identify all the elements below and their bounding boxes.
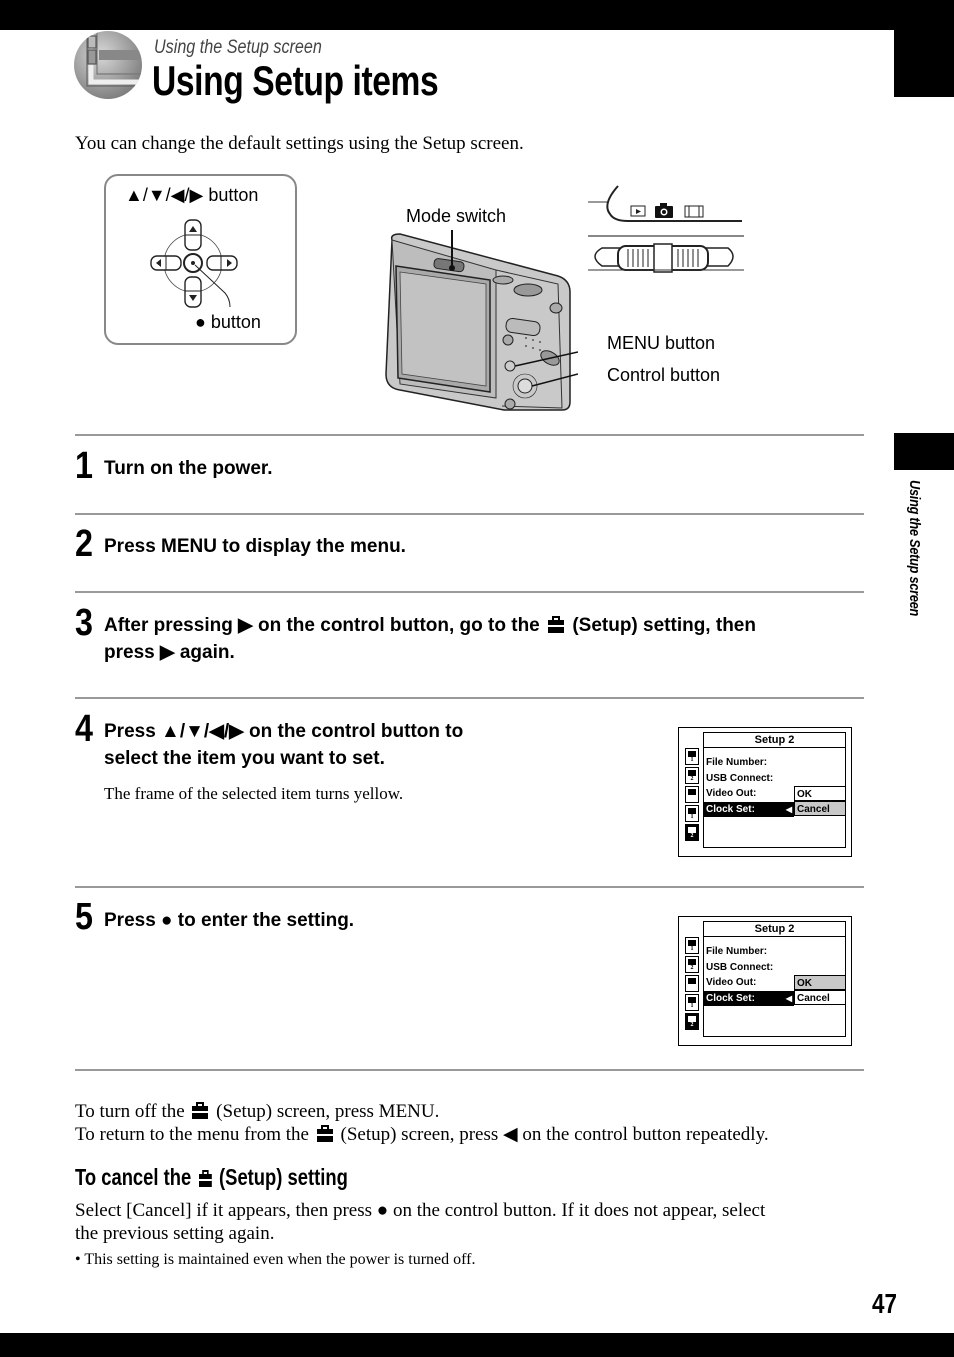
step-5-number: 5 xyxy=(75,896,93,938)
camera-illustration xyxy=(385,230,578,411)
step-2-text: Press MENU to display the menu. xyxy=(104,536,406,557)
lcd-option-cancel: Cancel xyxy=(794,990,846,1005)
turn-off-instruction: To turn off the (Setup) screen, press ME… xyxy=(75,1101,440,1122)
lcd-tab-memory xyxy=(685,786,699,803)
section-subtitle: Using the Setup screen xyxy=(154,37,322,58)
lcd-tab-camera-2: 2 xyxy=(685,956,699,973)
lcd-tab-camera-1: 1 xyxy=(685,937,699,954)
lcd-item-selected: Clock Set: ◀ xyxy=(704,802,794,817)
mode-switch-label: Mode switch xyxy=(406,206,507,226)
control-button-label: Control button xyxy=(607,365,721,385)
corner-block xyxy=(894,0,954,97)
left-arrow-icon: ◀ xyxy=(785,805,792,814)
top-bar xyxy=(0,0,954,30)
step-3-text: After pressing ▶ on the control button, … xyxy=(104,615,756,663)
return-instruction: To return to the menu from the (Setup) s… xyxy=(75,1124,769,1145)
lcd-option-cancel: Cancel xyxy=(794,801,846,816)
setup-toolbox-icon xyxy=(548,616,565,633)
control-pad-icon xyxy=(150,219,238,308)
pad-arrows-label: ▲/▼/◀/▶ button xyxy=(125,185,259,205)
lcd-tab-setup-2: 2 xyxy=(685,824,699,841)
pad-center-label: ● button xyxy=(195,312,261,332)
cancel-text: Select [Cancel] if it appears, then pres… xyxy=(75,1200,766,1244)
lcd-tab-camera-2: 2 xyxy=(685,767,699,784)
movie-icon xyxy=(684,205,704,218)
lcd-item: Video Out: xyxy=(706,977,757,988)
step-1-text: Turn on the power. xyxy=(104,458,273,479)
lcd-tab-setup-2: 2 xyxy=(685,1013,699,1030)
lcd-tab-memory xyxy=(685,975,699,992)
page-title: Using Setup items xyxy=(152,57,439,104)
lcd-option-ok: OK xyxy=(794,975,846,990)
divider xyxy=(75,591,864,593)
section-logo-icon xyxy=(74,31,142,99)
lcd-item-selected: Clock Set: ◀ xyxy=(704,991,794,1006)
step-2-number: 2 xyxy=(75,523,93,565)
lcd-tabs: 1 2 1 2 xyxy=(685,748,699,843)
lcd-tabs: 1 2 1 2 xyxy=(685,937,699,1032)
divider xyxy=(75,513,864,515)
bottom-bar xyxy=(0,1333,954,1357)
lcd-item: Video Out: xyxy=(706,788,757,799)
setup-toolbox-icon xyxy=(192,1102,209,1119)
lcd-item: File Number: xyxy=(706,946,768,957)
step-4-number: 4 xyxy=(75,708,93,750)
lcd-item: USB Connect: xyxy=(706,962,774,973)
step-4-note: The frame of the selected item turns yel… xyxy=(104,784,404,803)
lcd-title: Setup 2 xyxy=(704,733,845,748)
lcd-tab-setup-1: 1 xyxy=(685,805,699,822)
divider xyxy=(75,697,864,699)
lcd-title: Setup 2 xyxy=(704,922,845,937)
note-bullet: • This setting is maintained even when t… xyxy=(75,1251,476,1268)
setup-toolbox-icon xyxy=(198,1170,212,1187)
lcd-option-ok: OK xyxy=(794,786,846,801)
left-arrow-icon: ◀ xyxy=(785,994,792,1003)
divider xyxy=(75,886,864,888)
step-3-number: 3 xyxy=(75,602,93,644)
side-tab-label: Using the Setup screen xyxy=(906,480,923,617)
lcd-setup-screen-2: 1 2 1 2 Setup 2 File Number: USB Connect… xyxy=(678,916,852,1046)
mode-switch-detail xyxy=(588,185,744,273)
page-number: 47 xyxy=(872,1288,897,1319)
menu-button-label: MENU button xyxy=(607,333,716,353)
intro-text: You can change the default settings usin… xyxy=(75,133,524,154)
divider xyxy=(75,434,864,436)
step-5-text: Press ● to enter the setting. xyxy=(104,910,355,931)
divider xyxy=(75,1069,864,1071)
camera-icon xyxy=(655,203,673,218)
step-4-text: Press ▲/▼/◀/▶ on the control button to s… xyxy=(104,721,464,769)
lcd-tab-camera-1: 1 xyxy=(685,748,699,765)
lcd-item: File Number: xyxy=(706,757,768,768)
lcd-tab-setup-1: 1 xyxy=(685,994,699,1011)
side-tab-marker xyxy=(894,433,954,470)
setup-toolbox-icon xyxy=(316,1125,333,1142)
lcd-item: USB Connect: xyxy=(706,773,774,784)
cancel-heading: To cancel the (Setup) setting xyxy=(75,1164,348,1190)
step-1-number: 1 xyxy=(75,445,93,487)
lcd-setup-screen-1: 1 2 1 2 Setup 2 File Number: USB Connect… xyxy=(678,727,852,857)
